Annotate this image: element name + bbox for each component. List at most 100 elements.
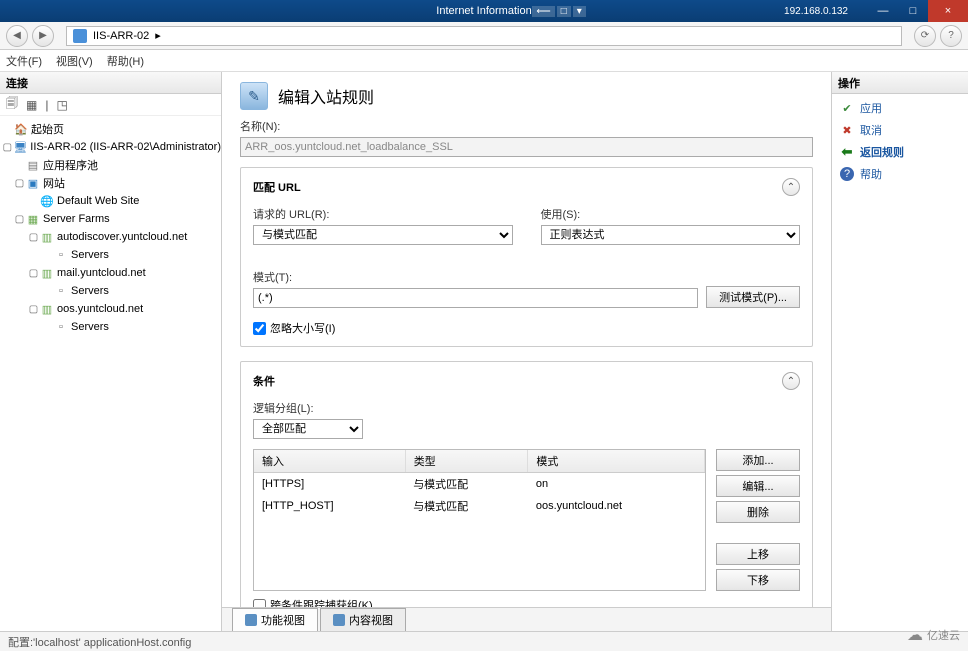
tree-apppools[interactable]: ▤应用程序池 xyxy=(0,156,221,174)
cancel-icon: ✖ xyxy=(840,123,854,137)
match-collapse-button[interactable]: ⌃ xyxy=(782,178,800,196)
tree-sep: | xyxy=(45,98,48,112)
window-title: Internet Information xyxy=(436,5,531,17)
tab-content[interactable]: 内容视图 xyxy=(320,608,406,631)
navbar: ◀ ▶ IIS-ARR-02 ▸ ⟳ ? xyxy=(0,22,968,50)
tree-server-farms[interactable]: ▢▦Server Farms xyxy=(0,210,221,228)
tree-farm-oos[interactable]: ▢▥oos.yuntcloud.net xyxy=(0,300,221,318)
cond-add-button[interactable]: 添加... xyxy=(716,449,800,471)
action-cancel[interactable]: ✖取消 xyxy=(840,122,960,138)
tree-server[interactable]: ▢🖥IIS-ARR-02 (IIS-ARR-02\Administrator) xyxy=(0,138,221,156)
match-url-title: 匹配 URL xyxy=(253,179,301,195)
tree-tool-3[interactable]: ◳ xyxy=(56,98,67,112)
requested-url-select[interactable]: 与模式匹配 xyxy=(253,225,513,245)
logic-select[interactable]: 全部匹配 xyxy=(253,419,363,439)
menu-file[interactable]: 文件(F) xyxy=(6,53,42,69)
watermark: ☁ 亿速云 xyxy=(907,625,960,645)
content-icon xyxy=(333,614,345,626)
tree-sites[interactable]: ▢▣网站 xyxy=(0,174,221,192)
cond-delete-button[interactable]: 删除 xyxy=(716,501,800,523)
conditions-collapse-button[interactable]: ⌃ xyxy=(782,372,800,390)
maximize-button[interactable]: □ xyxy=(898,0,928,22)
tree-tool-1[interactable]: 🗐 xyxy=(6,94,18,115)
close-button[interactable]: × xyxy=(928,0,968,22)
titlebar: Internet Information ⟵ □ ▾ 192.168.0.132… xyxy=(0,0,968,22)
track-capture-label: 跨条件跟踪捕获组(K) xyxy=(270,597,373,607)
connections-tree: 🏠起始页 ▢🖥IIS-ARR-02 (IIS-ARR-02\Administra… xyxy=(0,116,221,631)
tree-start-page[interactable]: 🏠起始页 xyxy=(0,120,221,138)
window-ip: 192.168.0.132 xyxy=(784,6,848,17)
requested-url-label: 请求的 URL(R): xyxy=(253,206,513,222)
tree-farm-autodiscover[interactable]: ▢▥autodiscover.yuntcloud.net xyxy=(0,228,221,246)
menubar: 文件(F) 视图(V) 帮助(H) xyxy=(0,50,968,72)
cond-th-input: 输入 xyxy=(254,450,405,473)
menu-view[interactable]: 视图(V) xyxy=(56,53,93,69)
tree-farm-mail[interactable]: ▢▥mail.yuntcloud.net xyxy=(0,264,221,282)
cond-moveup-button[interactable]: 上移 xyxy=(716,543,800,565)
cond-edit-button[interactable]: 编辑... xyxy=(716,475,800,497)
tree-farm-mail-servers[interactable]: ▫Servers xyxy=(0,282,221,300)
tree-toolbar: 🗐 ▦ | ◳ xyxy=(0,94,221,116)
cond-movedown-button[interactable]: 下移 xyxy=(716,569,800,591)
test-pattern-button[interactable]: 测试模式(P)... xyxy=(706,286,800,308)
help-icon: ? xyxy=(840,167,854,181)
minimize-button[interactable]: — xyxy=(868,0,898,22)
conditions-table[interactable]: 输入 类型 模式 [HTTPS]与模式匹配on [HTTP_HOST]与模式匹配… xyxy=(253,449,706,591)
using-label: 使用(S): xyxy=(541,206,801,222)
match-url-group: 匹配 URL ⌃ 请求的 URL(R): 与模式匹配 使用(S): 正则表达式 xyxy=(240,167,813,347)
track-capture-checkbox[interactable] xyxy=(253,599,266,608)
connections-header: 连接 xyxy=(0,72,221,94)
using-select[interactable]: 正则表达式 xyxy=(541,225,801,245)
watermark-text: 亿速云 xyxy=(927,627,960,643)
tree-default-site[interactable]: 🌐Default Web Site xyxy=(0,192,221,210)
nav-help-button[interactable]: ? xyxy=(940,25,962,47)
tree-tool-2[interactable]: ▦ xyxy=(26,98,37,112)
apply-icon: ✔ xyxy=(840,101,854,115)
cond-th-pattern: 模式 xyxy=(528,450,705,473)
view-tabs: 功能视图 内容视图 xyxy=(222,607,831,631)
conditions-title: 条件 xyxy=(253,373,275,389)
status-text: 配置:'localhost' applicationHost.config xyxy=(8,634,191,650)
page-title: 编辑入站规则 xyxy=(278,84,374,108)
tree-farm-oos-servers[interactable]: ▫Servers xyxy=(0,318,221,336)
nav-refresh-button[interactable]: ⟳ xyxy=(914,25,936,47)
address-bar[interactable]: IIS-ARR-02 ▸ xyxy=(66,26,902,46)
title-ctrl-1[interactable]: ⟵ xyxy=(532,6,554,17)
conditions-group: 条件 ⌃ 逻辑分组(L): 全部匹配 输入 类型 模式 xyxy=(240,361,813,607)
name-input xyxy=(240,137,813,157)
status-bar: 配置:'localhost' applicationHost.config xyxy=(0,631,968,651)
pattern-label: 模式(T): xyxy=(253,269,698,285)
pattern-input[interactable] xyxy=(253,288,698,308)
watermark-icon: ☁ xyxy=(907,625,923,645)
server-icon xyxy=(73,29,87,43)
ignore-case-checkbox[interactable] xyxy=(253,322,266,335)
main-body: ✎ 编辑入站规则 名称(N): 匹配 URL ⌃ 请求的 URL(R): 与模式… xyxy=(222,72,831,607)
tab-features[interactable]: 功能视图 xyxy=(232,608,318,631)
table-row[interactable]: [HTTPS]与模式匹配on xyxy=(254,473,705,496)
tree-farm-autodiscover-servers[interactable]: ▫Servers xyxy=(0,246,221,264)
table-row[interactable]: [HTTP_HOST]与模式匹配oos.yuntcloud.net xyxy=(254,495,705,517)
nav-back-button[interactable]: ◀ xyxy=(6,25,28,47)
title-ctrl-3[interactable]: ▾ xyxy=(573,6,586,17)
menu-help[interactable]: 帮助(H) xyxy=(107,53,144,69)
cond-th-type: 类型 xyxy=(405,450,528,473)
address-sep: ▸ xyxy=(155,29,161,42)
name-label: 名称(N): xyxy=(240,118,813,134)
content-area: 连接 🗐 ▦ | ◳ 🏠起始页 ▢🖥IIS-ARR-02 (IIS-ARR-02… xyxy=(0,72,968,631)
ignore-case-label: 忽略大小写(I) xyxy=(270,320,335,336)
logic-label: 逻辑分组(L): xyxy=(253,400,800,416)
nav-fwd-button[interactable]: ▶ xyxy=(32,25,54,47)
actions-panel: 操作 ✔应用 ✖取消 ⬅返回规则 ?帮助 xyxy=(832,72,968,631)
title-ctrl-2[interactable]: □ xyxy=(557,6,571,17)
address-text: IIS-ARR-02 xyxy=(93,30,149,42)
actions-header: 操作 xyxy=(832,72,968,94)
action-apply[interactable]: ✔应用 xyxy=(840,100,960,116)
main-panel: ✎ 编辑入站规则 名称(N): 匹配 URL ⌃ 请求的 URL(R): 与模式… xyxy=(222,72,832,631)
page-icon: ✎ xyxy=(240,82,268,110)
action-help[interactable]: ?帮助 xyxy=(840,166,960,182)
title-mid-controls: ⟵ □ ▾ xyxy=(532,6,585,17)
action-back[interactable]: ⬅返回规则 xyxy=(840,144,960,160)
features-icon xyxy=(245,614,257,626)
connections-panel: 连接 🗐 ▦ | ◳ 🏠起始页 ▢🖥IIS-ARR-02 (IIS-ARR-02… xyxy=(0,72,222,631)
back-icon: ⬅ xyxy=(840,145,854,159)
